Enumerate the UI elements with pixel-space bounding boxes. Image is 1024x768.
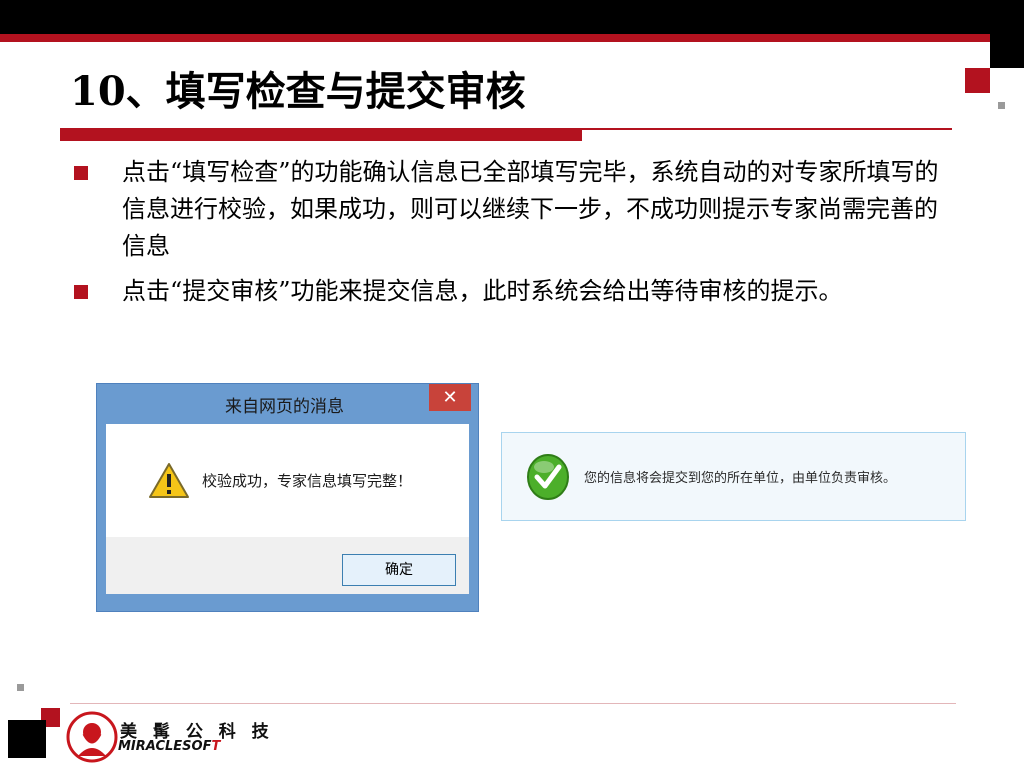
message-dialog: 来自网页的消息 ✕ 校验成功，专家信息填写完整！ 确定 (96, 383, 479, 612)
ok-button[interactable]: 确定 (342, 554, 456, 586)
top-right-black-square (990, 34, 1024, 68)
bullet-item: 点击“填写检查”的功能确认信息已全部填写完毕，系统自动的对专家所填写的信息进行校… (72, 154, 942, 265)
bullet-list: 点击“填写检查”的功能确认信息已全部填写完毕，系统自动的对专家所填写的信息进行校… (72, 154, 942, 318)
bullet-text: 点击“填写检查”的功能确认信息已全部填写完毕，系统自动的对专家所填写的信息进行校… (122, 158, 939, 260)
logo-english-name: MIRACLESOFT (118, 739, 220, 754)
bullet-square-icon (74, 285, 88, 299)
warning-icon (149, 463, 189, 498)
decor-grey-square (998, 102, 1005, 109)
bullet-square-icon (74, 166, 88, 180)
footer-rule (70, 703, 956, 704)
logo-english-accent: T (211, 739, 221, 754)
logo-emblem-icon (66, 711, 118, 763)
bullet-text: 点击“提交审核”功能来提交信息，此时系统会给出等待审核的提示。 (122, 277, 843, 305)
decor-black-square (8, 720, 46, 758)
dialog-message: 校验成功，专家信息填写完整！ (202, 472, 413, 490)
close-icon[interactable]: ✕ (429, 384, 471, 411)
bullet-item: 点击“提交审核”功能来提交信息，此时系统会给出等待审核的提示。 (72, 273, 942, 310)
logo-english-main: MIRACLESOF (118, 739, 212, 754)
title-underline-thin (582, 128, 952, 130)
decor-grey-square (17, 684, 24, 691)
dialog-title: 来自网页的消息 (225, 397, 344, 417)
check-icon (527, 454, 569, 500)
decor-red-square (965, 68, 990, 93)
top-red-band (0, 34, 990, 42)
slide-title: 10、填写检查与提交审核 (70, 68, 526, 115)
notice-message: 您的信息将会提交到您的所在单位，由单位负责审核。 (584, 471, 897, 486)
top-black-bar (0, 0, 1024, 34)
submit-notice: 您的信息将会提交到您的所在单位，由单位负责审核。 (501, 432, 966, 521)
dialog-body: 校验成功，专家信息填写完整！ (106, 424, 469, 537)
title-underline-thick (60, 128, 582, 141)
